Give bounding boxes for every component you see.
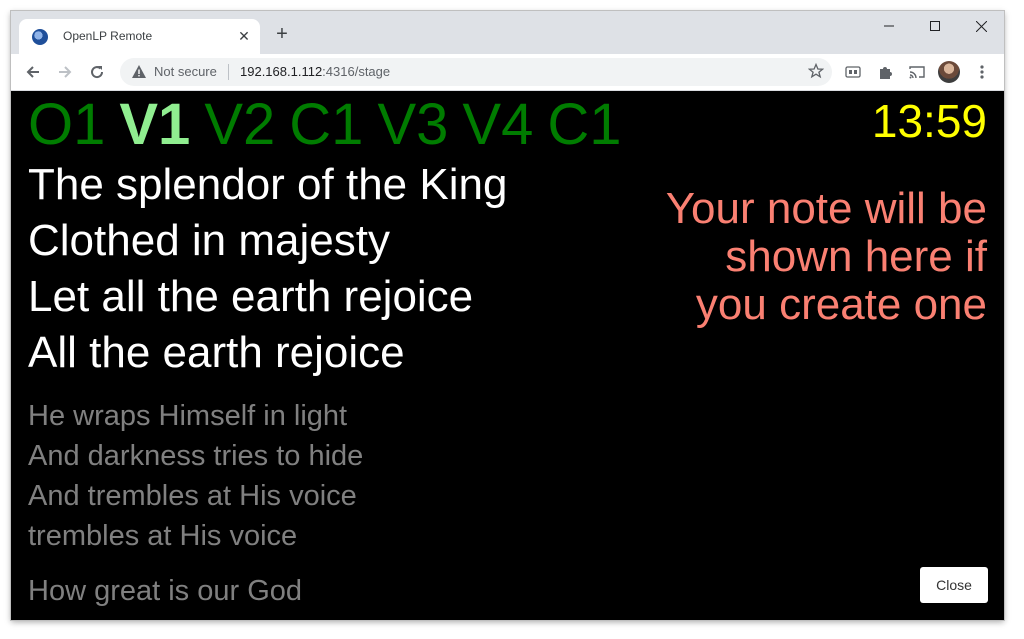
address-bar[interactable]: Not secure 192.168.1.112:4316/stage: [120, 58, 832, 86]
verse-tag[interactable]: V3: [377, 92, 448, 157]
omnibox-divider: [228, 64, 229, 80]
following-slide: How great is our God: [28, 571, 302, 611]
url-host: 192.168.1.112: [240, 64, 323, 79]
extensions-icon[interactable]: [872, 59, 898, 85]
current-slide: The splendor of the King Clothed in maje…: [28, 157, 507, 381]
bookmark-star-icon[interactable]: [807, 62, 825, 84]
current-slide-line: Let all the earth rejoice: [28, 272, 474, 321]
verse-tag[interactable]: C1: [289, 92, 363, 157]
url-path: :4316/stage: [322, 64, 391, 79]
tab-close-icon[interactable]: ✕: [234, 26, 254, 46]
warning-icon: [131, 64, 147, 85]
following-slide-line: How great is our God: [28, 575, 303, 607]
minimize-icon[interactable]: [866, 11, 912, 41]
next-slide-line: He wraps Himself in light: [28, 400, 348, 432]
openlp-favicon-icon: [32, 29, 48, 45]
next-slide-line: trembles at His voice: [28, 520, 298, 552]
verse-tag[interactable]: C1: [547, 92, 621, 157]
url-text[interactable]: 192.168.1.112:4316/stage: [240, 64, 390, 79]
next-slide: He wraps Himself in light And darkness t…: [28, 396, 363, 556]
tab-openlp-remote[interactable]: OpenLP Remote ✕: [19, 19, 260, 54]
forward-icon[interactable]: [52, 59, 78, 85]
tab-title: OpenLP Remote: [63, 29, 153, 43]
current-slide-line: All the earth rejoice: [28, 328, 405, 377]
close-button[interactable]: Close: [920, 567, 988, 603]
reader-mode-icon[interactable]: [840, 59, 866, 85]
current-slide-line: The splendor of the King: [28, 160, 508, 209]
verse-tag[interactable]: V2: [204, 92, 275, 157]
window-close-icon[interactable]: [958, 11, 1004, 41]
tab-bar: OpenLP Remote ✕ +: [11, 11, 1004, 54]
verse-tag-list: O1 V1 V2 C1 V3 V4 C1: [28, 93, 636, 157]
verse-tag-current[interactable]: V1: [119, 92, 190, 157]
current-slide-line: Clothed in majesty: [28, 216, 390, 265]
verse-tag[interactable]: V4: [462, 92, 533, 157]
verse-tag[interactable]: O1: [28, 92, 105, 157]
stage-view: O1 V1 V2 C1 V3 V4 C1 13:59 The splendor of the…: [11, 91, 1004, 620]
next-slide-line: And trembles at His voice: [28, 480, 357, 512]
back-icon[interactable]: [20, 59, 46, 85]
profile-avatar[interactable]: [938, 61, 960, 83]
maximize-icon[interactable]: [912, 11, 958, 41]
reload-icon[interactable]: [84, 59, 110, 85]
stage-clock: 13:59: [871, 95, 987, 147]
browser-toolbar: Not secure 192.168.1.112:4316/stage: [11, 54, 1004, 91]
new-tab-button[interactable]: +: [271, 24, 293, 46]
next-slide-line: And darkness tries to hide: [28, 440, 364, 472]
menu-kebab-icon[interactable]: [969, 59, 995, 85]
cast-icon[interactable]: [904, 59, 930, 85]
stage-note: Your note will be shown here if you crea…: [665, 184, 987, 329]
not-secure-label[interactable]: Not secure: [154, 64, 217, 79]
browser-window: OpenLP Remote ✕ + Not secure 192.168.1.1…: [11, 11, 1004, 620]
